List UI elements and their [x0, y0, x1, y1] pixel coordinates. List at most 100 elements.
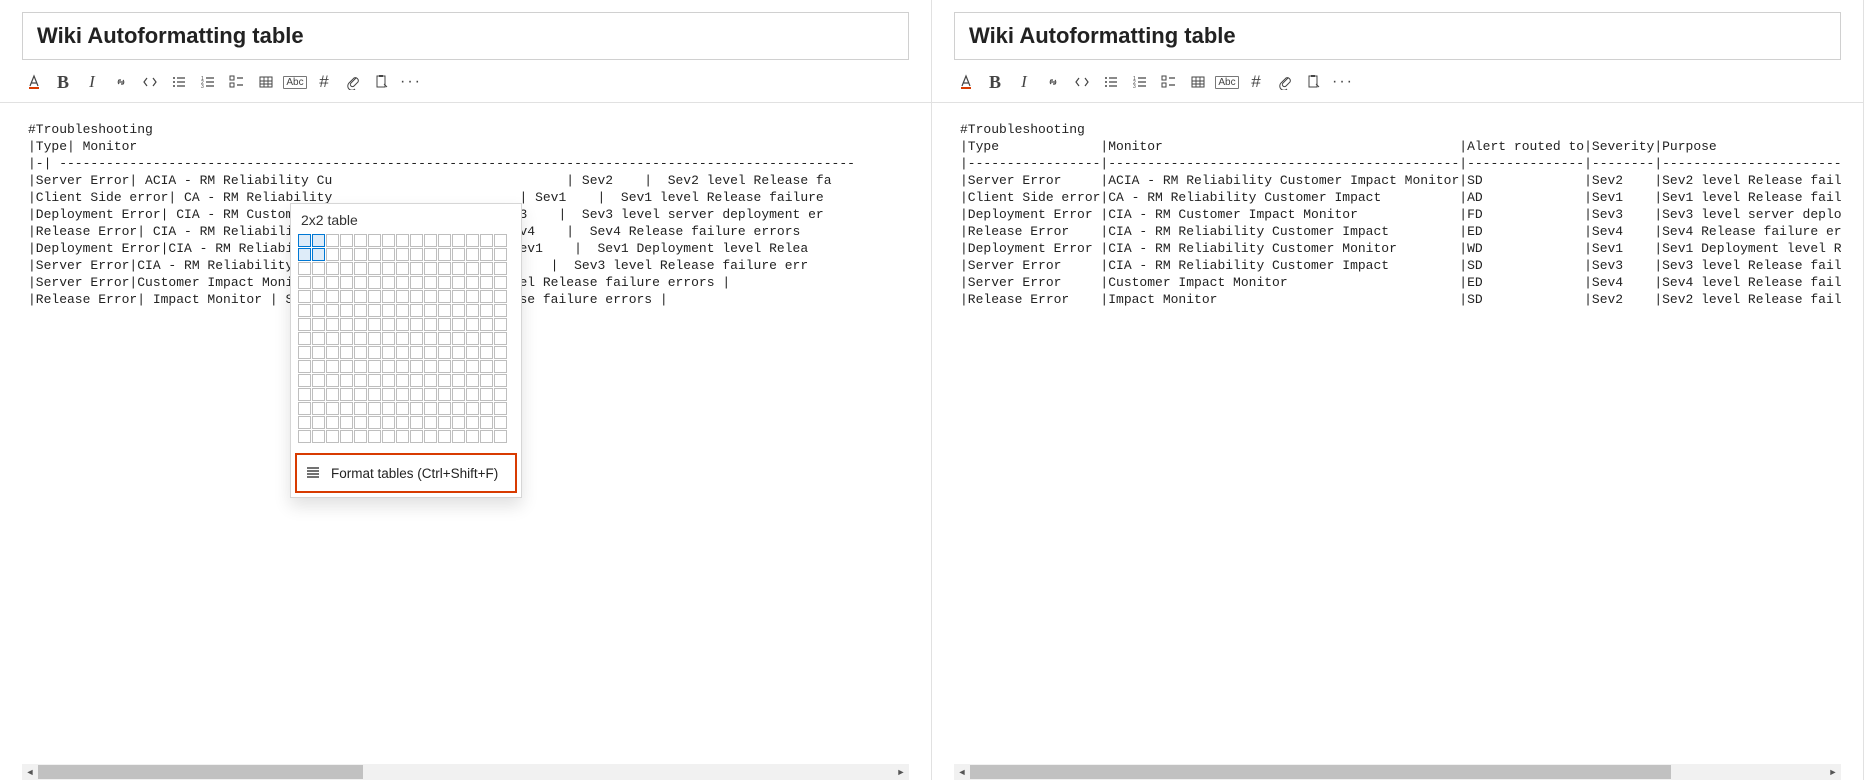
- table-size-cell[interactable]: [396, 332, 409, 345]
- editor-content-right[interactable]: #Troubleshooting |Type |Monitor |Alert r…: [954, 103, 1841, 780]
- table-size-cell[interactable]: [368, 304, 381, 317]
- table-size-cell[interactable]: [368, 262, 381, 275]
- table-size-cell[interactable]: [438, 318, 451, 331]
- scroll-track[interactable]: [970, 764, 1825, 780]
- table-size-cell[interactable]: [438, 416, 451, 429]
- scroll-thumb-left[interactable]: [38, 765, 363, 779]
- table-size-cell[interactable]: [298, 234, 311, 247]
- code-button[interactable]: [1068, 68, 1096, 96]
- table-size-cell[interactable]: [452, 318, 465, 331]
- table-size-cell[interactable]: [340, 234, 353, 247]
- table-size-cell[interactable]: [452, 360, 465, 373]
- table-size-cell[interactable]: [354, 374, 367, 387]
- table-size-cell[interactable]: [354, 276, 367, 289]
- bullet-list-button[interactable]: [165, 68, 193, 96]
- hscroll-left[interactable]: ◄ ►: [22, 764, 909, 780]
- table-size-cell[interactable]: [452, 276, 465, 289]
- table-size-cell[interactable]: [494, 290, 507, 303]
- table-size-cell[interactable]: [410, 332, 423, 345]
- table-size-cell[interactable]: [466, 262, 479, 275]
- table-size-cell[interactable]: [438, 402, 451, 415]
- table-size-cell[interactable]: [410, 430, 423, 443]
- table-size-cell[interactable]: [396, 304, 409, 317]
- table-size-cell[interactable]: [312, 290, 325, 303]
- table-size-cell[interactable]: [312, 304, 325, 317]
- table-size-cell[interactable]: [438, 374, 451, 387]
- table-size-cell[interactable]: [326, 388, 339, 401]
- table-size-cell[interactable]: [466, 248, 479, 261]
- table-size-cell[interactable]: [340, 346, 353, 359]
- table-size-cell[interactable]: [382, 332, 395, 345]
- checklist-button[interactable]: [1155, 68, 1183, 96]
- table-size-cell[interactable]: [480, 332, 493, 345]
- table-size-cell[interactable]: [466, 374, 479, 387]
- italic-button[interactable]: I: [1010, 68, 1038, 96]
- paste-button[interactable]: [368, 68, 396, 96]
- table-size-cell[interactable]: [452, 234, 465, 247]
- table-size-cell[interactable]: [424, 416, 437, 429]
- table-size-cell[interactable]: [382, 234, 395, 247]
- table-size-cell[interactable]: [438, 248, 451, 261]
- table-size-cell[interactable]: [494, 262, 507, 275]
- table-size-cell[interactable]: [494, 416, 507, 429]
- bullet-list-button[interactable]: [1097, 68, 1125, 96]
- table-size-cell[interactable]: [452, 290, 465, 303]
- table-size-cell[interactable]: [480, 304, 493, 317]
- table-size-cell[interactable]: [326, 276, 339, 289]
- table-size-cell[interactable]: [424, 388, 437, 401]
- table-size-cell[interactable]: [424, 346, 437, 359]
- table-size-cell[interactable]: [466, 276, 479, 289]
- table-size-cell[interactable]: [368, 248, 381, 261]
- table-size-cell[interactable]: [298, 248, 311, 261]
- table-size-cell[interactable]: [452, 262, 465, 275]
- table-size-cell[interactable]: [452, 304, 465, 317]
- table-size-cell[interactable]: [368, 402, 381, 415]
- table-size-cell[interactable]: [396, 374, 409, 387]
- table-size-cell[interactable]: [368, 290, 381, 303]
- table-size-cell[interactable]: [466, 346, 479, 359]
- table-size-cell[interactable]: [340, 318, 353, 331]
- table-size-cell[interactable]: [410, 318, 423, 331]
- table-size-cell[interactable]: [410, 374, 423, 387]
- table-size-cell[interactable]: [340, 388, 353, 401]
- table-size-cell[interactable]: [312, 360, 325, 373]
- table-size-cell[interactable]: [396, 430, 409, 443]
- table-size-cell[interactable]: [326, 374, 339, 387]
- table-size-cell[interactable]: [382, 276, 395, 289]
- table-size-cell[interactable]: [298, 402, 311, 415]
- table-size-cell[interactable]: [298, 360, 311, 373]
- table-size-cell[interactable]: [340, 276, 353, 289]
- table-size-cell[interactable]: [354, 332, 367, 345]
- table-size-cell[interactable]: [382, 304, 395, 317]
- table-size-cell[interactable]: [396, 318, 409, 331]
- font-color-button[interactable]: [20, 68, 48, 96]
- table-size-cell[interactable]: [410, 346, 423, 359]
- table-size-cell[interactable]: [424, 360, 437, 373]
- table-size-cell[interactable]: [396, 248, 409, 261]
- table-size-cell[interactable]: [340, 304, 353, 317]
- table-size-cell[interactable]: [368, 360, 381, 373]
- table-size-cell[interactable]: [312, 346, 325, 359]
- attach-button[interactable]: [339, 68, 367, 96]
- table-size-cell[interactable]: [354, 318, 367, 331]
- table-size-cell[interactable]: [480, 318, 493, 331]
- table-size-cell[interactable]: [396, 276, 409, 289]
- scroll-left-arrow[interactable]: ◄: [22, 764, 38, 780]
- table-size-cell[interactable]: [480, 388, 493, 401]
- bold-button[interactable]: B: [981, 68, 1009, 96]
- table-size-cell[interactable]: [480, 262, 493, 275]
- table-size-cell[interactable]: [480, 416, 493, 429]
- table-size-cell[interactable]: [368, 234, 381, 247]
- table-size-cell[interactable]: [340, 262, 353, 275]
- table-size-cell[interactable]: [326, 318, 339, 331]
- table-size-cell[interactable]: [340, 248, 353, 261]
- table-size-cell[interactable]: [298, 374, 311, 387]
- table-size-cell[interactable]: [410, 290, 423, 303]
- table-size-cell[interactable]: [494, 332, 507, 345]
- table-size-cell[interactable]: [494, 248, 507, 261]
- table-size-cell[interactable]: [298, 416, 311, 429]
- table-size-cell[interactable]: [326, 360, 339, 373]
- table-size-cell[interactable]: [354, 248, 367, 261]
- table-size-cell[interactable]: [410, 388, 423, 401]
- table-size-cell[interactable]: [396, 346, 409, 359]
